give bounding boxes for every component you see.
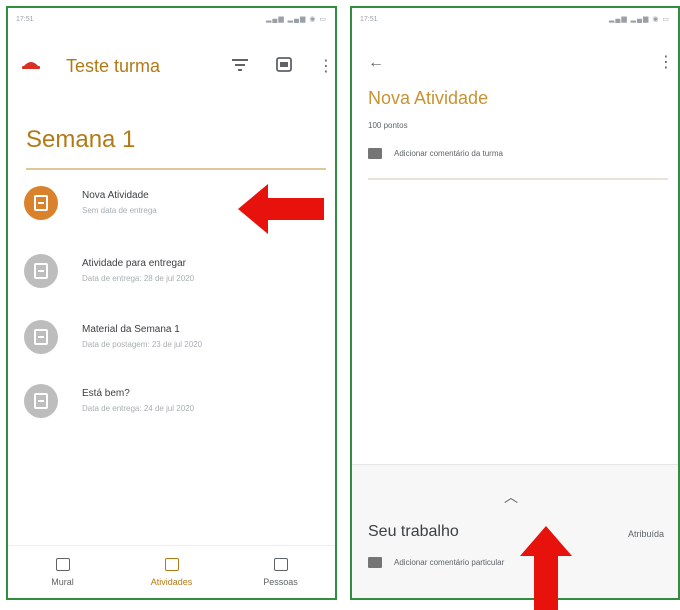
item-title: Atividade para entregar [82, 258, 186, 269]
your-work-title: Seu trabalho [368, 523, 459, 540]
comment-icon [368, 148, 382, 159]
more-options-icon[interactable]: ⋮ [318, 56, 334, 76]
status-time: 17:51 [360, 15, 378, 23]
classwork-item[interactable]: Material da Semana 1 Data de postagem: 2… [24, 320, 324, 370]
work-status: Atribuída [627, 529, 664, 539]
class-comment-button[interactable]: Adicionar comentário da turma [368, 148, 503, 159]
topic-title: Semana 1 [26, 126, 136, 153]
topic-divider [26, 168, 326, 170]
question-icon [24, 384, 58, 418]
nav-people-label: Pessoas [263, 576, 298, 587]
assignment-title: Nova Atividade [368, 88, 489, 108]
classwork-item[interactable]: Está bem? Data de entrega: 24 de jul 202… [24, 384, 324, 434]
people-icon [273, 557, 288, 571]
your-work-sheet[interactable]: ︿ Seu trabalho Atribuída Adicionar comen… [352, 464, 678, 598]
annotation-arrow-up [520, 526, 572, 610]
classwork-item[interactable]: Atividade para entregar Data de entrega:… [24, 254, 324, 304]
item-subtitle: Data de entrega: 24 de jul 2020 [82, 404, 195, 413]
status-icons: ▂▄▆ ▂▄▆ ◉ ▭ [265, 16, 327, 23]
status-icons: ▂▄▆ ▂▄▆ ◉ ▭ [608, 16, 670, 23]
nav-classwork-label: Atividades [150, 576, 193, 587]
private-comment-button[interactable]: Adicionar comentário particular [368, 557, 504, 568]
class-comment-label: Adicionar comentário da turma [394, 149, 503, 158]
calendar-icon[interactable] [276, 56, 292, 72]
class-title: Teste turma [66, 56, 161, 76]
app-bar: Teste turma ⋮ [8, 46, 335, 86]
item-subtitle: Data de postagem: 23 de jul 2020 [82, 340, 203, 349]
material-icon [24, 320, 58, 354]
private-comment-label: Adicionar comentário particular [394, 558, 505, 567]
class-hat-icon [22, 62, 40, 69]
nav-classwork[interactable]: Atividades [132, 557, 212, 587]
nav-people[interactable]: Pessoas [241, 557, 321, 587]
section-divider [368, 178, 668, 180]
status-bar: 17:51 ▂▄▆ ▂▄▆ ◉ ▭ [8, 8, 335, 30]
assignment-points: 100 pontos [368, 121, 408, 130]
status-time: 17:51 [16, 15, 34, 23]
bottom-navigation: Mural Atividades Pessoas [8, 545, 335, 598]
assignment-icon [24, 186, 58, 220]
back-arrow-icon[interactable]: ← [368, 54, 384, 72]
classwork-icon [164, 557, 179, 571]
annotation-arrow-left [238, 184, 324, 234]
chevron-up-icon[interactable]: ︿ [504, 487, 518, 507]
item-subtitle: Data de entrega: 28 de jul 2020 [82, 274, 195, 283]
comment-icon [368, 557, 382, 568]
nav-stream-label: Mural [51, 576, 74, 587]
more-options-icon[interactable]: ⋮ [658, 52, 674, 72]
nav-stream[interactable]: Mural [23, 557, 103, 587]
filter-icon[interactable] [232, 58, 248, 72]
item-subtitle: Sem data de entrega [82, 206, 157, 215]
assignment-detail-screen: 17:51 ▂▄▆ ▂▄▆ ◉ ▭ ← ⋮ Nova Atividade 100… [350, 6, 680, 600]
stream-icon [55, 557, 70, 571]
classwork-screen: 17:51 ▂▄▆ ▂▄▆ ◉ ▭ Teste turma ⋮ Semana 1… [6, 6, 337, 600]
item-title: Material da Semana 1 [82, 324, 180, 335]
status-bar: 17:51 ▂▄▆ ▂▄▆ ◉ ▭ [352, 8, 678, 30]
item-title: Nova Atividade [82, 190, 149, 201]
assignment-icon [24, 254, 58, 288]
item-title: Está bem? [82, 388, 130, 399]
